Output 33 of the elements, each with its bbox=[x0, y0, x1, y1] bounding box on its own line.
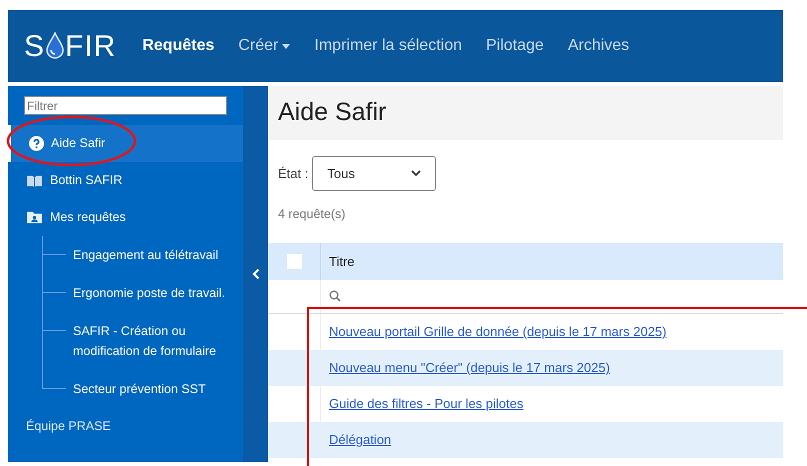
result-count: 4 requête(s) bbox=[277, 206, 346, 223]
sidebar-item[interactable]: Aide Safir bbox=[8, 125, 243, 162]
sidebar-item[interactable]: Mes requêtes bbox=[8, 199, 243, 236]
sidebar-item[interactable]: Équipe PRASE bbox=[8, 408, 243, 446]
folder-icon bbox=[26, 211, 43, 224]
request-link[interactable]: Nouveau menu "Créer" (depuis le 17 mars 2025) bbox=[321, 358, 610, 378]
search-icon[interactable] bbox=[329, 290, 341, 302]
nav-link[interactable]: Requêtes bbox=[142, 34, 214, 58]
select-all-checkbox[interactable] bbox=[286, 254, 302, 269]
filter-field[interactable]: Filtrer bbox=[24, 96, 227, 115]
state-select[interactable]: Tous bbox=[312, 156, 436, 191]
chevron-down-icon bbox=[411, 170, 422, 177]
request-link[interactable]: Délégation bbox=[321, 430, 392, 450]
caret-icon bbox=[282, 44, 290, 48]
sidebar-subitem[interactable]: Secteur prévention SST bbox=[66, 370, 226, 408]
sidebar-subitem[interactable]: Engagement au télétravail bbox=[66, 236, 226, 274]
sidebar-subitem[interactable]: Ergonomie poste de travail. bbox=[66, 274, 226, 312]
logo[interactable]: S FIR bbox=[24, 24, 116, 68]
nav-link[interactable]: Créer bbox=[238, 34, 290, 58]
nav-link[interactable]: Imprimer la sélection bbox=[314, 34, 462, 58]
column-header[interactable]: Titre bbox=[321, 252, 355, 271]
nav-link[interactable]: Archives bbox=[568, 34, 630, 58]
book-icon bbox=[26, 174, 43, 188]
request-link[interactable]: Guide des filtres - Pour les pilotes bbox=[321, 394, 524, 414]
state-label: État : bbox=[278, 164, 308, 183]
request-link[interactable]: Nouveau portail Grille de donnée (depuis le 17 mars 2025) bbox=[321, 322, 666, 342]
help-icon bbox=[29, 136, 44, 152]
sidebar-subitem[interactable]: SAFIR - Création ou modification de formulaire bbox=[66, 312, 226, 370]
chevron-left-icon[interactable] bbox=[252, 268, 260, 280]
water-drop-icon bbox=[45, 32, 66, 60]
nav-link[interactable]: Pilotage bbox=[486, 34, 544, 58]
sidebar-item[interactable]: Bottin SAFIR bbox=[8, 162, 243, 200]
page-title: Aide Safir bbox=[278, 97, 386, 128]
